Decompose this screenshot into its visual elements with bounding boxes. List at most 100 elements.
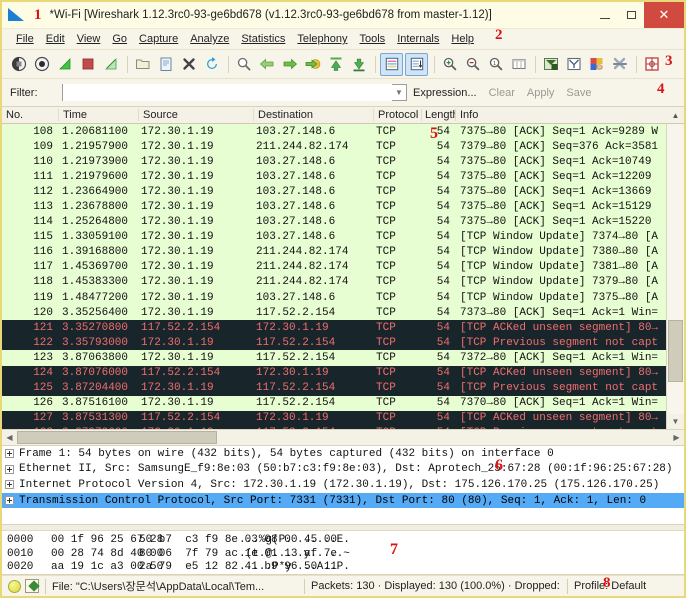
- hexdump-row[interactable]: 0020 aa 19 1c a3 00 50 2a 79 e5 12 82 41 b…: [2, 561, 684, 574]
- table-row[interactable]: 113 1.23678800 172.30.1.19 103.27.148.6 TCP 5…: [2, 199, 666, 215]
- help-contents-icon[interactable]: [641, 54, 662, 75]
- menu-item-statistics[interactable]: Statistics: [235, 31, 291, 47]
- save-button[interactable]: Save: [560, 87, 597, 99]
- chevron-up-icon[interactable]: ▲: [667, 110, 684, 120]
- zoom-in-icon[interactable]: [439, 54, 460, 75]
- table-row[interactable]: 117 1.45369700 172.30.1.19 211.244.82.174 TC…: [2, 259, 666, 275]
- toolbar-separator: [535, 55, 536, 73]
- expression-button[interactable]: Expression...: [407, 87, 483, 99]
- coloring-rules-icon[interactable]: [586, 54, 607, 75]
- expand-plus-icon[interactable]: [5, 480, 14, 490]
- expand-plus-icon[interactable]: [5, 464, 14, 474]
- table-row[interactable]: 122 3.35793000 172.30.1.19 117.52.2.154 TCP 5…: [2, 335, 666, 351]
- menu-item-tools[interactable]: Tools: [354, 31, 392, 47]
- table-row[interactable]: 121 3.35270800 117.52.2.154 172.30.1.19 TCP 5…: [2, 320, 666, 336]
- chevron-right-icon[interactable]: ▶: [669, 433, 684, 442]
- apply-button[interactable]: Apply: [521, 87, 561, 99]
- table-row[interactable]: 127 3.87531300 117.52.2.154 172.30.1.19 TCP 5…: [2, 410, 666, 426]
- open-file-icon[interactable]: [132, 54, 153, 75]
- colorize-packet-list-icon[interactable]: [380, 52, 403, 76]
- start-capture-icon[interactable]: [54, 54, 75, 75]
- file-properties-icon[interactable]: [25, 579, 39, 593]
- capture-options-icon[interactable]: [31, 54, 52, 75]
- column-header-length[interactable]: Length: [421, 109, 455, 121]
- chevron-down-icon[interactable]: ▼: [392, 85, 406, 100]
- table-row[interactable]: 111 1.21979600 172.30.1.19 103.27.148.6 TCP 5…: [2, 169, 666, 185]
- hscroll-track[interactable]: [17, 430, 669, 445]
- capture-ready-indicator[interactable]: [8, 579, 21, 593]
- restart-capture-icon[interactable]: [100, 54, 121, 75]
- table-row[interactable]: 114 1.25264800 172.30.1.19 103.27.148.6 TCP 5…: [2, 214, 666, 230]
- go-back-icon[interactable]: [256, 54, 277, 75]
- column-header-time[interactable]: Time: [58, 109, 138, 121]
- table-row[interactable]: 112 1.23664900 172.30.1.19 103.27.148.6 TCP 5…: [2, 184, 666, 200]
- packet-list-hscrollbar[interactable]: ◀ ▶: [2, 429, 684, 445]
- hexdump-row[interactable]: 0000 00 1f 96 25 67 28 50 b7 c3 f9 8e 03 0…: [2, 534, 684, 548]
- detail-tree-item[interactable]: Transmission Control Protocol, Src Port:…: [2, 492, 684, 509]
- auto-scroll-live-capture-icon[interactable]: [405, 52, 428, 76]
- menu-item-help[interactable]: Help: [445, 31, 480, 47]
- hexdump-row[interactable]: 0010 00 28 74 8d 40 00 80 06 7f 79 ac 1e 0…: [2, 548, 684, 562]
- interfaces-icon[interactable]: [8, 54, 29, 75]
- table-row[interactable]: 116 1.39168800 172.30.1.19 211.244.82.174 TC…: [2, 244, 666, 260]
- column-header-protocol[interactable]: Protocol: [373, 109, 421, 121]
- go-forward-icon[interactable]: [279, 54, 300, 75]
- chevron-down-icon[interactable]: ▼: [667, 414, 684, 429]
- resize-columns-icon[interactable]: [508, 54, 529, 75]
- table-row[interactable]: 119 1.48477200 172.30.1.19 103.27.148.6 TCP 5…: [2, 290, 666, 306]
- find-packet-icon[interactable]: [233, 54, 254, 75]
- column-header-no[interactable]: No.: [2, 109, 58, 121]
- detail-tree-item[interactable]: Frame 1: 54 bytes on wire (432 bits), 54…: [2, 446, 684, 462]
- table-row[interactable]: 120 3.35256400 172.30.1.19 117.52.2.154 TCP 5…: [2, 305, 666, 321]
- menu-item-analyze[interactable]: Analyze: [184, 31, 235, 47]
- menu-item-edit[interactable]: Edit: [40, 31, 71, 47]
- table-row[interactable]: 110 1.21973900 172.30.1.19 103.27.148.6 TCP 5…: [2, 154, 666, 170]
- hscroll-thumb[interactable]: [17, 431, 217, 444]
- save-file-icon[interactable]: [155, 54, 176, 75]
- filter-combobox[interactable]: ▼: [62, 84, 407, 101]
- close-file-icon[interactable]: [178, 54, 199, 75]
- detail-tree-item[interactable]: Ethernet II, Src: SamsungE_f9:8e:03 (50:…: [2, 462, 684, 478]
- close-button[interactable]: ✕: [644, 2, 684, 28]
- expand-plus-icon[interactable]: [5, 449, 14, 459]
- filter-input[interactable]: [63, 84, 392, 101]
- zoom-reset-icon[interactable]: 1: [485, 54, 506, 75]
- table-row[interactable]: 115 1.33059100 172.30.1.19 103.27.148.6 TCP 5…: [2, 229, 666, 245]
- vscroll-track[interactable]: [667, 124, 684, 414]
- expand-plus-icon[interactable]: [5, 496, 14, 506]
- menu-item-internals[interactable]: Internals: [391, 31, 445, 47]
- table-row[interactable]: 109 1.21957900 172.30.1.19 211.244.82.174 TC…: [2, 139, 666, 155]
- minimize-button[interactable]: [592, 2, 618, 28]
- table-row[interactable]: 125 3.87204400 172.30.1.19 117.52.2.154 TCP 5…: [2, 380, 666, 396]
- menu-item-view[interactable]: View: [71, 31, 107, 47]
- column-header-info[interactable]: Info: [455, 109, 667, 121]
- column-header-destination[interactable]: Destination: [253, 109, 373, 121]
- table-row[interactable]: 126 3.87516100 172.30.1.19 117.52.2.154 TCP 5…: [2, 395, 666, 411]
- menu-item-capture[interactable]: Capture: [133, 31, 184, 47]
- maximize-button[interactable]: [618, 2, 644, 28]
- go-to-packet-icon[interactable]: [302, 54, 323, 75]
- clear-button[interactable]: Clear: [483, 87, 521, 99]
- table-row[interactable]: 118 1.45383300 172.30.1.19 211.244.82.174 TC…: [2, 274, 666, 291]
- toolbar-separator: [228, 55, 229, 73]
- packet-cell-source: 172.30.1.19: [141, 140, 214, 153]
- chevron-left-icon[interactable]: ◀: [2, 433, 17, 442]
- stop-capture-icon[interactable]: [77, 54, 98, 75]
- go-to-last-packet-icon[interactable]: [348, 54, 369, 75]
- capture-filters-icon[interactable]: [540, 54, 561, 75]
- menu-item-telephony[interactable]: Telephony: [291, 31, 353, 47]
- zoom-out-icon[interactable]: [462, 54, 483, 75]
- vscroll-thumb[interactable]: [668, 320, 683, 382]
- reload-icon[interactable]: [201, 54, 222, 75]
- table-row[interactable]: 124 3.87076000 117.52.2.154 172.30.1.19 TCP 5…: [2, 365, 666, 381]
- menu-item-file[interactable]: File: [10, 31, 40, 47]
- go-to-first-packet-icon[interactable]: [325, 54, 346, 75]
- menu-item-go[interactable]: Go: [106, 31, 133, 47]
- display-filters-icon[interactable]: [563, 54, 584, 75]
- column-header-source[interactable]: Source: [138, 109, 253, 121]
- preferences-icon[interactable]: [609, 54, 630, 75]
- detail-tree-item[interactable]: Internet Protocol Version 4, Src: 172.30…: [2, 477, 684, 493]
- table-row[interactable]: 123 3.87063800 172.30.1.19 117.52.2.154 TCP 5…: [2, 350, 666, 366]
- packet-list-vscrollbar[interactable]: ▼: [666, 124, 684, 429]
- table-row[interactable]: 108 1.20681100 172.30.1.19 103.27.148.6 TCP 5…: [2, 124, 666, 140]
